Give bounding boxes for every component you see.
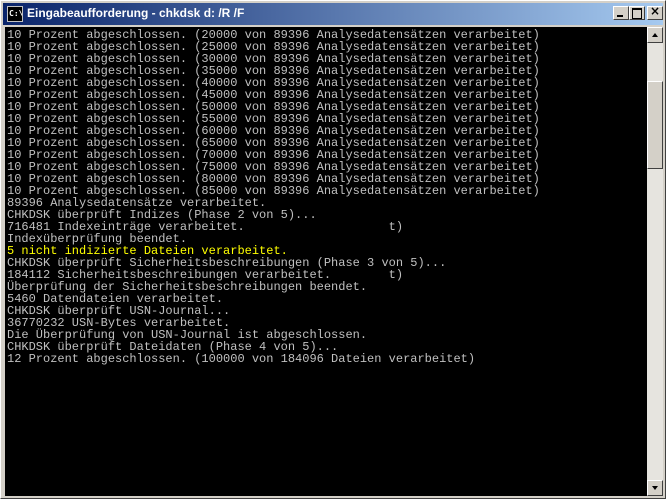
- console-line: 10 Prozent abgeschlossen. (35000 von 893…: [7, 64, 540, 78]
- close-button[interactable]: ×: [647, 4, 663, 20]
- console-output[interactable]: 10 Prozent abgeschlossen. (20000 von 893…: [5, 27, 647, 496]
- console-line: 10 Prozent abgeschlossen. (25000 von 893…: [7, 40, 540, 54]
- scrollbar-thumb[interactable]: [647, 81, 663, 169]
- console-line: 10 Prozent abgeschlossen. (50000 von 893…: [7, 100, 540, 114]
- console-line: 716481 Indexeinträge verarbeitet. t): [7, 220, 404, 234]
- console-lines: 10 Prozent abgeschlossen. (20000 von 893…: [5, 27, 647, 366]
- console-line: Die Überprüfung von USN-Journal ist abge…: [7, 328, 368, 342]
- console-line: 10 Prozent abgeschlossen. (45000 von 893…: [7, 88, 540, 102]
- console-line: 10 Prozent abgeschlossen. (75000 von 893…: [7, 160, 540, 174]
- console-line: 184112 Sicherheitsbeschreibungen verarbe…: [7, 268, 404, 282]
- console-line: 5 nicht indizierte Dateien verarbeitet.: [7, 244, 288, 258]
- console-line: 10 Prozent abgeschlossen. (80000 von 893…: [7, 172, 540, 186]
- arrow-up-icon: [652, 33, 658, 37]
- console-line: 10 Prozent abgeschlossen. (65000 von 893…: [7, 136, 540, 150]
- maximize-button[interactable]: [629, 6, 645, 20]
- window-title: Eingabeaufforderung - chkdsk d: /R /F: [27, 6, 245, 20]
- cmd-icon[interactable]: C:\: [7, 6, 23, 22]
- console-line: 10 Prozent abgeschlossen. (30000 von 893…: [7, 52, 540, 66]
- vertical-scrollbar[interactable]: [647, 27, 663, 496]
- scroll-down-button[interactable]: [647, 480, 663, 496]
- console-line: 10 Prozent abgeschlossen. (55000 von 893…: [7, 112, 540, 126]
- close-icon: ×: [649, 4, 661, 18]
- console-line: 10 Prozent abgeschlossen. (40000 von 893…: [7, 76, 540, 90]
- console-line: 10 Prozent abgeschlossen. (70000 von 893…: [7, 148, 540, 162]
- console-line: CHKDSK überprüft Dateidaten (Phase 4 von…: [7, 340, 339, 354]
- console-line: 12 Prozent abgeschlossen. (100000 von 18…: [7, 352, 476, 366]
- console-line: 10 Prozent abgeschlossen. (85000 von 893…: [7, 184, 540, 198]
- console-line: 36770232 USN-Bytes verarbeitet.: [7, 316, 231, 330]
- console-line: CHKDSK überprüft Sicherheitsbeschreibung…: [7, 256, 447, 270]
- console-line: Überprüfung der Sicherheitsbeschreibunge…: [7, 280, 368, 294]
- console-line: 10 Prozent abgeschlossen. (20000 von 893…: [7, 28, 540, 42]
- arrow-down-icon: [652, 486, 658, 490]
- minimize-button[interactable]: [613, 6, 629, 20]
- console-window: C:\ Eingabeaufforderung - chkdsk d: /R /…: [0, 0, 666, 499]
- console-line: 10 Prozent abgeschlossen. (60000 von 893…: [7, 124, 540, 138]
- console-line: CHKDSK überprüft Indizes (Phase 2 von 5)…: [7, 208, 317, 222]
- console-line: CHKDSK überprüft USN-Journal...: [7, 304, 231, 318]
- scroll-up-button[interactable]: [647, 27, 663, 43]
- title-bar[interactable]: C:\ Eingabeaufforderung - chkdsk d: /R /…: [3, 3, 663, 25]
